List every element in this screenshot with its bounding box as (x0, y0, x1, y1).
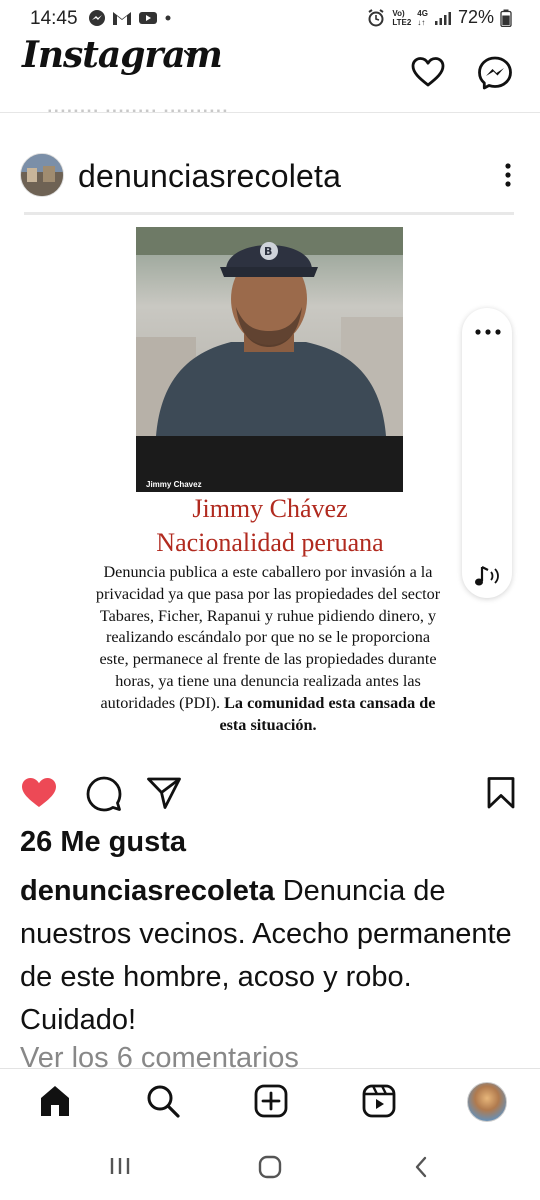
system-status: Vo) LTE2 4G ↓↑ 72% (366, 7, 512, 28)
flyer-body: Denuncia publica a este caballero por in… (92, 562, 444, 736)
more-options-icon[interactable] (502, 162, 514, 190)
like-count[interactable]: 26 Me gusta (20, 826, 186, 859)
post-author-avatar[interactable] (20, 153, 64, 197)
home-icon[interactable] (37, 1083, 73, 1119)
post-image-top-edge (24, 212, 514, 215)
reels-icon[interactable] (361, 1083, 397, 1119)
signal-icon (434, 11, 451, 25)
audio-icon[interactable] (472, 563, 504, 591)
gmail-notification-icon (113, 12, 131, 25)
previous-post-remnant: ▪▪▪▪▪▪▪▪ ▪▪▪▪▪▪▪▪ ▪▪▪▪▪▪▪▪▪▪ (48, 106, 230, 116)
system-home-icon[interactable] (258, 1155, 282, 1179)
messenger-icon[interactable] (477, 56, 513, 90)
flyer-name: Jimmy Chávez (192, 494, 348, 523)
post-username[interactable]: denunciasrecoleta (78, 158, 341, 195)
network-type: 4G ↓↑ (417, 8, 428, 27)
comment-icon[interactable] (86, 776, 122, 812)
alarm-icon (368, 8, 384, 26)
more-dots-icon[interactable] (474, 326, 502, 338)
photo-caption: Jimmy Chavez (146, 480, 202, 489)
volte-indicator: Vo) LTE2 (392, 8, 412, 27)
post-caption: denunciasrecoleta Denuncia de nuestros v… (20, 870, 520, 1042)
back-icon[interactable] (412, 1155, 430, 1179)
svg-text:B: B (264, 245, 272, 258)
flyer-nationality: Nacionalidad peruana (156, 528, 384, 557)
chevron-down-icon[interactable] (182, 48, 200, 60)
messenger-notification-icon (89, 10, 105, 26)
heart-icon[interactable] (411, 56, 445, 88)
heart-filled-icon[interactable] (20, 776, 58, 810)
status-bar: 14:45 Vo) LTE2 4G ↓↑ 72% (0, 0, 540, 36)
share-icon[interactable] (146, 776, 182, 810)
bookmark-icon[interactable] (486, 776, 516, 810)
battery-percent: 72% (457, 7, 494, 27)
profile-avatar[interactable] (467, 1082, 507, 1122)
dot-icon (165, 15, 171, 21)
flyer-body-bold: La comunidad esta cansada de esta situac… (219, 693, 436, 734)
notification-icons (88, 9, 172, 27)
recent-apps-icon[interactable] (108, 1156, 132, 1176)
add-post-icon[interactable] (253, 1083, 289, 1119)
battery-icon (500, 9, 512, 27)
status-time: 14:45 (30, 8, 78, 29)
audio-pill[interactable] (462, 308, 512, 598)
flyer-body-text: Denuncia publica a este caballero por in… (95, 563, 441, 712)
youtube-notification-icon (139, 12, 157, 24)
search-icon[interactable] (145, 1083, 181, 1119)
header-divider (0, 112, 540, 113)
caption-username[interactable]: denunciasrecoleta (20, 875, 275, 907)
